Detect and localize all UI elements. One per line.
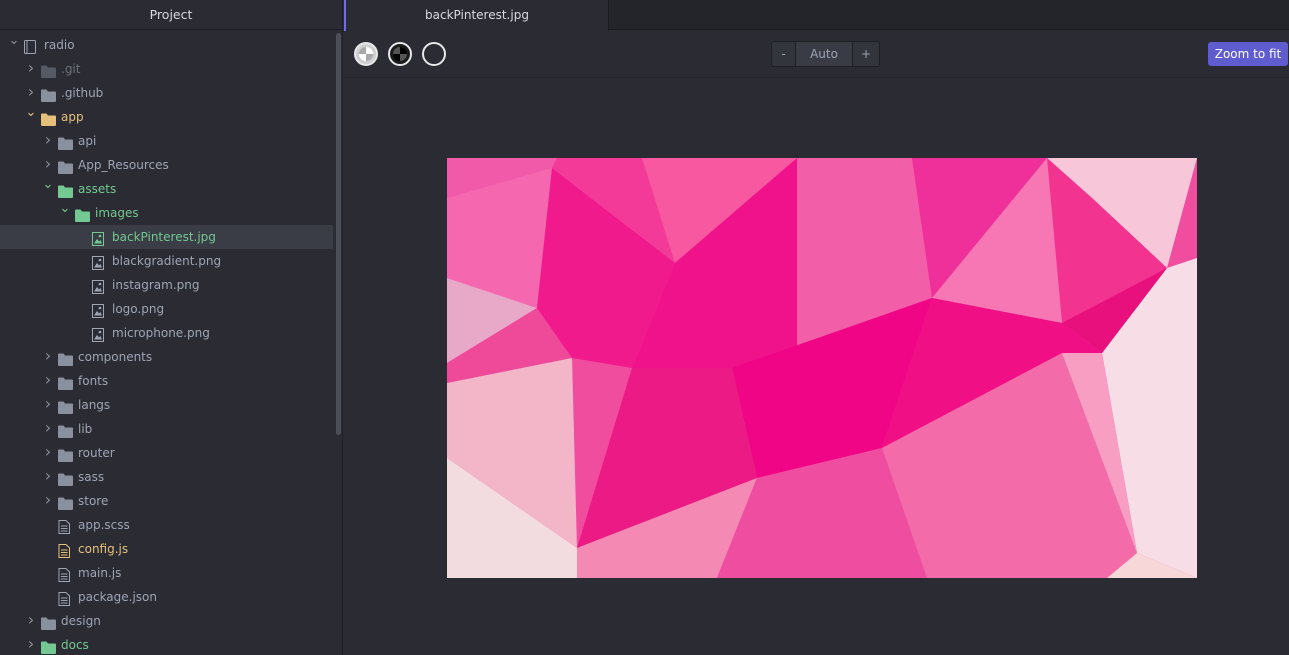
tree-item-label: store bbox=[78, 494, 109, 508]
tree-folder-row[interactable]: › docs bbox=[0, 633, 333, 655]
tree-folder-row[interactable]: › App_Resources bbox=[0, 153, 333, 177]
tree-item-label: backPinterest.jpg bbox=[112, 230, 216, 244]
tree-folder-row[interactable]: › design bbox=[0, 609, 333, 633]
checker-icon bbox=[393, 47, 407, 61]
tree-scrollbar[interactable] bbox=[336, 33, 341, 435]
tree-item-label: package.json bbox=[78, 590, 158, 604]
folder-icon bbox=[41, 638, 56, 655]
tree-folder-row[interactable]: › router bbox=[0, 441, 333, 465]
transparent-background-button[interactable] bbox=[422, 42, 446, 66]
chevron-right-icon[interactable]: › bbox=[42, 345, 54, 369]
tree-folder-row[interactable]: ⌄ images bbox=[0, 201, 333, 225]
low-poly-pink-image bbox=[447, 158, 1197, 578]
tree-folder-row[interactable]: › fonts bbox=[0, 369, 333, 393]
zoom-level-display[interactable]: Auto bbox=[796, 42, 853, 66]
chevron-right-icon[interactable]: › bbox=[42, 129, 54, 153]
tree-file-row[interactable]: logo.png bbox=[0, 297, 333, 321]
chevron-right-icon[interactable]: › bbox=[42, 153, 54, 177]
zoom-in-button[interactable]: + bbox=[853, 42, 879, 66]
tree-file-row[interactable]: package.json bbox=[0, 585, 333, 609]
sidebar-title: Project bbox=[0, 0, 342, 30]
tree-file-row[interactable]: instagram.png bbox=[0, 273, 333, 297]
tab-backpinterest[interactable]: backPinterest.jpg bbox=[344, 0, 609, 31]
chevron-right-icon[interactable]: › bbox=[42, 441, 54, 465]
file-tree: ⌄ radio › .git › .github ⌄ app › api › App_Resource… bbox=[0, 33, 333, 655]
tree-folder-row[interactable]: › .github bbox=[0, 81, 333, 105]
chevron-right-icon[interactable]: › bbox=[42, 417, 54, 441]
tree-file-row[interactable]: microphone.png bbox=[0, 321, 333, 345]
tree-item-label: logo.png bbox=[112, 302, 165, 316]
tree-item-label: fonts bbox=[78, 374, 109, 388]
tree-folder-row[interactable]: ⌄ radio bbox=[0, 33, 333, 57]
tree-item-label: .git bbox=[61, 62, 81, 76]
tree-folder-row[interactable]: › sass bbox=[0, 465, 333, 489]
checker-icon bbox=[359, 47, 373, 61]
chevron-right-icon[interactable]: › bbox=[42, 465, 54, 489]
tree-folder-row[interactable]: › .git bbox=[0, 57, 333, 81]
chevron-right-icon[interactable]: › bbox=[25, 633, 37, 655]
black-checker-background-button[interactable] bbox=[388, 42, 412, 66]
tree-item-label: api bbox=[78, 134, 97, 148]
tree-file-row[interactable]: backPinterest.jpg bbox=[0, 225, 333, 249]
chevron-right-icon[interactable]: › bbox=[25, 609, 37, 633]
zoom-controls: - Auto + bbox=[771, 41, 880, 67]
chevron-right-icon[interactable]: › bbox=[25, 81, 37, 105]
chevron-down-icon[interactable]: ⌄ bbox=[25, 105, 37, 129]
tree-file-row[interactable]: app.scss bbox=[0, 513, 333, 537]
tree-item-label: components bbox=[78, 350, 153, 364]
tree-item-label: app.scss bbox=[78, 518, 130, 532]
tree-folder-row[interactable]: ⌄ assets bbox=[0, 177, 333, 201]
zoom-to-fit-button[interactable]: Zoom to fit bbox=[1208, 42, 1288, 66]
chevron-down-icon[interactable]: ⌄ bbox=[59, 201, 71, 225]
tree-item-label: router bbox=[78, 446, 115, 460]
tree-file-row[interactable]: config.js bbox=[0, 537, 333, 561]
tree-item-label: blackgradient.png bbox=[112, 254, 222, 268]
chevron-right-icon[interactable]: › bbox=[42, 393, 54, 417]
tree-item-label: lib bbox=[78, 422, 93, 436]
tree-folder-row[interactable]: › langs bbox=[0, 393, 333, 417]
tree-item-label: langs bbox=[78, 398, 111, 412]
tree-item-label: sass bbox=[78, 470, 105, 484]
tree-item-label: config.js bbox=[78, 542, 129, 556]
chevron-down-icon[interactable]: ⌄ bbox=[8, 33, 20, 57]
tree-item-label: docs bbox=[61, 638, 89, 652]
tree-file-row[interactable]: main.js bbox=[0, 561, 333, 585]
tree-item-label: assets bbox=[78, 182, 117, 196]
tree-item-label: main.js bbox=[78, 566, 122, 580]
project-sidebar: Project ⌄ radio › .git › .github ⌄ app › api › App_… bbox=[0, 0, 343, 655]
image-toolbar: - Auto + Zoom to fit bbox=[344, 31, 1289, 78]
tree-folder-row[interactable]: › api bbox=[0, 129, 333, 153]
tree-item-label: microphone.png bbox=[112, 326, 210, 340]
tree-item-label: .github bbox=[61, 86, 104, 100]
chevron-right-icon[interactable]: › bbox=[42, 369, 54, 393]
chevron-right-icon[interactable]: › bbox=[42, 489, 54, 513]
tree-item-label: radio bbox=[44, 38, 75, 52]
tree-item-label: instagram.png bbox=[112, 278, 200, 292]
tree-item-label: design bbox=[61, 614, 101, 628]
tree-item-label: App_Resources bbox=[78, 158, 169, 172]
preview-image bbox=[447, 158, 1197, 578]
white-checker-background-button[interactable] bbox=[354, 42, 378, 66]
image-canvas[interactable] bbox=[344, 79, 1289, 655]
tab-bar: backPinterest.jpg bbox=[344, 0, 1289, 31]
tree-item-label: images bbox=[95, 206, 139, 220]
tree-folder-row[interactable]: ⌄ app bbox=[0, 105, 333, 129]
chevron-right-icon[interactable]: › bbox=[25, 57, 37, 81]
tree-folder-row[interactable]: › lib bbox=[0, 417, 333, 441]
zoom-out-button[interactable]: - bbox=[772, 42, 796, 66]
tree-item-label: app bbox=[61, 110, 84, 124]
tree-folder-row[interactable]: › store bbox=[0, 489, 333, 513]
tree-folder-row[interactable]: › components bbox=[0, 345, 333, 369]
tree-file-row[interactable]: blackgradient.png bbox=[0, 249, 333, 273]
chevron-down-icon[interactable]: ⌄ bbox=[42, 177, 54, 201]
